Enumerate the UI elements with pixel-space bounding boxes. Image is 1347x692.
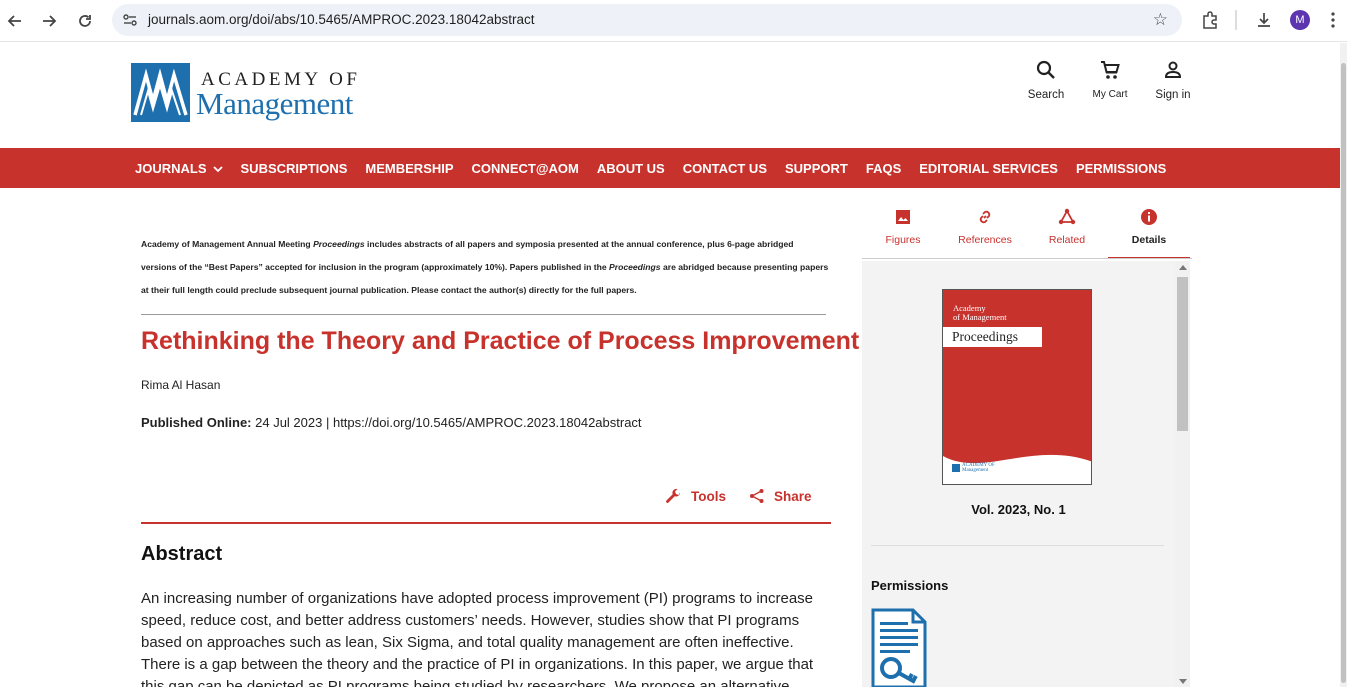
url-text[interactable]: journals.aom.org/doi/abs/10.5465/AMPROC.… <box>148 12 534 27</box>
aom-logo-icon[interactable] <box>131 63 190 122</box>
tab-related-label: Related <box>1048 234 1086 246</box>
nav-about-us[interactable]: ABOUT US <box>597 161 665 176</box>
nav-permissions[interactable]: PERMISSIONS <box>1076 161 1166 176</box>
nav-contact-us[interactable]: CONTACT US <box>683 161 767 176</box>
cart-label: My Cart <box>1092 89 1128 100</box>
permissions-heading: Permissions <box>871 578 949 593</box>
cover-logo-icon <box>952 464 960 472</box>
separator: | <box>322 415 333 430</box>
panel-scrollbar[interactable] <box>1175 261 1190 687</box>
abstract-text: An increasing number of organizations ha… <box>141 590 814 687</box>
cover-band: Proceedings <box>943 327 1042 347</box>
page-scrollbar-thumb[interactable] <box>1341 63 1346 683</box>
tab-details-label: Details <box>1131 234 1167 246</box>
wrench-icon <box>666 488 681 503</box>
profile-initial: M <box>1290 10 1310 30</box>
nav-support[interactable]: SUPPORT <box>785 161 848 176</box>
cart-icon <box>1075 58 1145 82</box>
nav-editorial-services[interactable]: EDITORIAL SERVICES <box>919 161 1058 176</box>
scroll-down-icon[interactable] <box>1179 679 1187 684</box>
profile-avatar[interactable]: M <box>1288 8 1312 32</box>
journal-cover-image[interactable]: Academy of Management Proceedings ACADEMY… <box>942 289 1092 485</box>
sign-in-button[interactable]: Sign in <box>1138 58 1208 101</box>
cart-button[interactable]: My Cart <box>1075 58 1145 100</box>
site-settings-icon[interactable] <box>122 12 138 28</box>
tab-figures-label: Figures <box>885 234 921 246</box>
chevron-down-icon <box>212 161 223 176</box>
nav-journals-label: JOURNALS <box>135 160 207 176</box>
article-title: Rethinking the Theory and Practice of Pr… <box>141 327 860 355</box>
panel-scrollbar-thumb[interactable] <box>1177 277 1188 431</box>
logo-text-bottom[interactable]: Management <box>196 86 353 122</box>
tab-related[interactable]: Related <box>1026 199 1108 259</box>
extensions-icon[interactable] <box>1198 8 1222 32</box>
cover-header-line-2: of Management <box>953 312 1007 322</box>
permissions-document-icon[interactable] <box>871 608 927 689</box>
tab-references-label: References <box>958 234 1012 246</box>
browser-toolbar: journals.aom.org/doi/abs/10.5465/AMPROC.… <box>0 0 1347 42</box>
scroll-up-icon[interactable] <box>1179 265 1187 270</box>
search-label: Search <box>1027 89 1065 101</box>
panel-divider <box>871 545 1164 546</box>
sign-in-label: Sign in <box>1155 89 1191 101</box>
tab-figures[interactable]: Figures <box>862 199 944 259</box>
forward-icon[interactable] <box>37 9 61 33</box>
tabs-divider <box>862 258 1192 259</box>
share-button[interactable]: Share <box>749 488 812 504</box>
nav-journals[interactable]: JOURNALS <box>135 161 223 176</box>
search-icon <box>1011 58 1081 82</box>
user-icon <box>1138 58 1208 82</box>
cover-logo-line-2: Management <box>962 468 989 473</box>
tab-references[interactable]: References <box>944 199 1026 259</box>
reload-icon[interactable] <box>73 9 97 33</box>
search-button[interactable]: Search <box>1011 58 1081 101</box>
share-icon <box>750 489 764 503</box>
site-header: ACADEMY OF Management Search My Cart Sig… <box>0 43 1340 148</box>
nav-connect[interactable]: CONNECT@AOM <box>472 161 579 176</box>
cover-band-label: Proceedings <box>952 329 1018 344</box>
cover-header: Academy of Management <box>953 304 1007 322</box>
author-link[interactable]: Rima Al Hasan <box>141 378 220 392</box>
tools-button[interactable]: Tools <box>665 488 726 505</box>
menu-kebab-icon[interactable] <box>1323 8 1343 32</box>
divider <box>141 314 826 315</box>
back-icon[interactable] <box>3 9 27 33</box>
link-icon <box>944 207 1026 227</box>
notice-italic-1: Proceedings <box>313 239 365 249</box>
page-scrollbar[interactable] <box>1340 43 1347 687</box>
volume-issue[interactable]: Vol. 2023, No. 1 <box>862 502 1175 517</box>
cover-logo: ACADEMY OF Management <box>952 463 995 473</box>
abstract-heading: Abstract <box>141 543 223 565</box>
share-label: Share <box>774 488 812 504</box>
published-label: Published Online: <box>141 415 252 430</box>
doi-link[interactable]: https://doi.org/10.5465/AMPROC.2023.1804… <box>333 415 642 430</box>
address-bar[interactable]: journals.aom.org/doi/abs/10.5465/AMPROC.… <box>112 4 1182 36</box>
tab-details[interactable]: Details <box>1108 199 1190 259</box>
download-icon[interactable] <box>1252 8 1276 32</box>
image-icon <box>862 207 944 227</box>
network-icon <box>1026 207 1108 227</box>
tools-label: Tools <box>691 489 726 504</box>
notice-text-1: Academy of Management Annual Meeting <box>141 239 314 249</box>
nav-faqs[interactable]: FAQS <box>866 161 901 176</box>
cover-logo-text: ACADEMY OF Management <box>962 463 995 473</box>
proceedings-notice: Academy of Management Annual Meeting Pro… <box>141 233 831 302</box>
notice-italic-2: Proceedings <box>609 262 661 272</box>
info-icon <box>1108 207 1190 227</box>
bookmark-star-icon[interactable]: ☆ <box>1153 10 1168 30</box>
main-navigation: JOURNALS SUBSCRIPTIONS MEMBERSHIP CONNEC… <box>0 148 1340 188</box>
nav-membership[interactable]: MEMBERSHIP <box>365 161 453 176</box>
publication-info: Published Online: 24 Jul 2023 | https://… <box>141 415 642 430</box>
toolbar-divider <box>1235 10 1237 30</box>
abstract-divider <box>141 522 831 524</box>
published-date: 24 Jul 2023 <box>251 415 323 430</box>
nav-subscriptions[interactable]: SUBSCRIPTIONS <box>241 161 348 176</box>
sidebar-tabs: Figures References Related Details <box>862 199 1192 259</box>
